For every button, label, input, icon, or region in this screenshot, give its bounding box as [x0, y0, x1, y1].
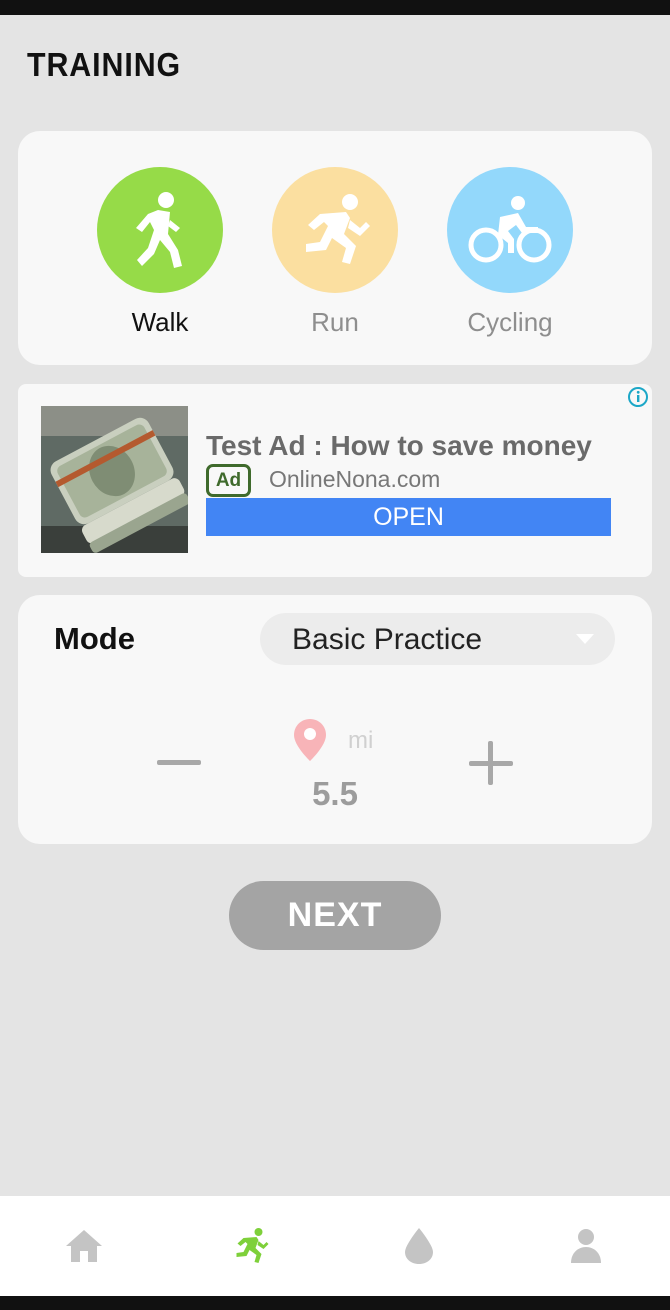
water-drop-icon [404, 1228, 433, 1264]
distance-value: 5.5 [312, 775, 358, 812]
caret-down-icon [576, 634, 594, 644]
activity-run[interactable]: Run [272, 167, 398, 338]
status-bar [0, 0, 670, 15]
home-icon [65, 1230, 102, 1262]
ad-info-icon[interactable] [627, 386, 649, 408]
ad-domain: OnlineNona.com [269, 466, 441, 492]
ad-badge: Ad [206, 464, 251, 497]
walk-icon [97, 167, 223, 293]
activity-cycling[interactable]: Cycling [447, 167, 573, 338]
ad-open-button[interactable]: OPEN [206, 498, 611, 536]
minus-icon [157, 759, 201, 765]
mode-label: Mode [54, 621, 135, 656]
ad-title[interactable]: Test Ad : How to save money [206, 430, 592, 462]
activity-walk-label: Walk [131, 307, 189, 337]
activity-run-label: Run [311, 307, 359, 337]
mode-card: Mode Basic Practice mi 5.5 [18, 595, 652, 844]
bottom-edge [0, 1296, 670, 1310]
mode-dropdown-value: Basic Practice [292, 623, 483, 656]
activity-walk[interactable]: Walk [97, 167, 223, 338]
increase-distance-button[interactable] [467, 741, 515, 787]
location-pin-icon [293, 718, 327, 762]
next-button[interactable]: NEXT [229, 881, 441, 950]
activity-cycling-label: Cycling [467, 307, 553, 337]
nav-profile[interactable] [502, 1196, 669, 1296]
nav-training[interactable] [167, 1196, 334, 1296]
profile-icon [570, 1229, 601, 1263]
nav-water[interactable] [335, 1196, 502, 1296]
mode-dropdown[interactable]: Basic Practice [260, 613, 615, 665]
bottom-nav [0, 1196, 670, 1296]
training-icon [236, 1228, 268, 1263]
activity-selector-card: Walk Run Cycling [18, 131, 652, 365]
distance-unit: mi [348, 727, 374, 754]
money-roll-image[interactable] [41, 406, 190, 553]
nav-home[interactable] [0, 1196, 167, 1296]
ad-banner[interactable]: Test Ad : How to save money Ad OnlineNon… [18, 384, 652, 577]
cycling-icon [447, 167, 573, 293]
page-title: TRAINING [27, 46, 182, 83]
run-icon [272, 167, 398, 293]
